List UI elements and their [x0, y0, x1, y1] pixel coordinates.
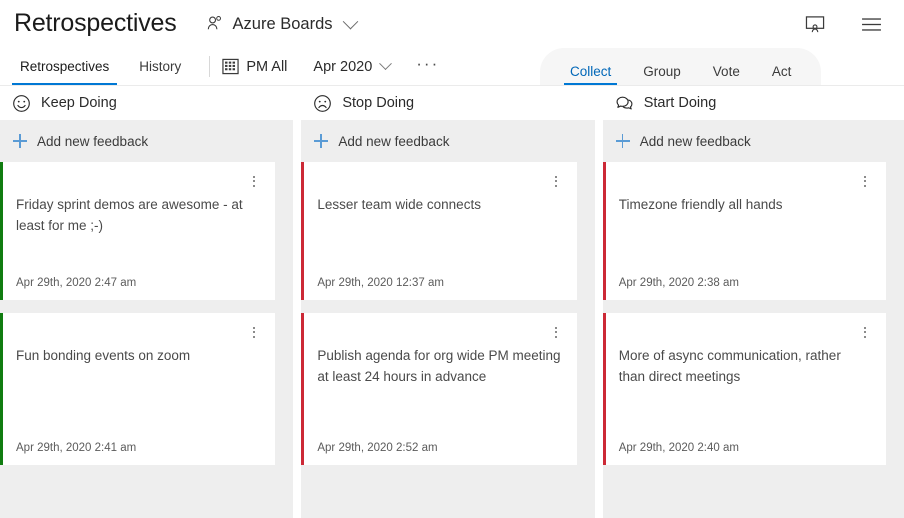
feedback-card-list: Lesser team wide connects Apr 29th, 2020…	[301, 162, 594, 465]
stage-tab-vote[interactable]: Vote	[697, 65, 756, 86]
card-accent-bar	[603, 162, 606, 300]
add-new-feedback-button[interactable]: Add new feedback	[301, 120, 594, 162]
hamburger-menu-icon[interactable]	[858, 11, 884, 37]
column-header: Stop Doing	[301, 86, 594, 120]
hub-name: Azure Boards	[233, 15, 333, 34]
column-stop-doing: Stop Doing Add new feedback Lesser team …	[301, 86, 594, 518]
add-new-feedback-button[interactable]: Add new feedback	[0, 120, 293, 162]
kebab-menu-icon[interactable]	[245, 172, 263, 190]
retrospective-board: Keep Doing Add new feedback Friday sprin…	[0, 86, 904, 518]
card-accent-bar	[603, 313, 606, 465]
kebab-menu-icon[interactable]	[547, 323, 565, 341]
plus-icon	[13, 134, 27, 148]
stage-tab-group-label: Group	[643, 64, 681, 79]
more-options-button[interactable]: ···	[410, 42, 445, 85]
column-header: Keep Doing	[0, 86, 293, 120]
board-grid-icon	[222, 58, 239, 75]
people-icon	[205, 14, 225, 34]
column-header: Start Doing	[603, 86, 904, 120]
iteration-selector[interactable]: Apr 2020	[313, 48, 402, 85]
team-selector[interactable]: PM All	[222, 48, 299, 85]
card-timestamp: Apr 29th, 2020 2:38 am	[619, 277, 870, 289]
column-body: Add new feedback Lesser team wide connec…	[301, 120, 594, 518]
header-actions	[802, 11, 892, 37]
feedback-card[interactable]: More of async communication, rather than…	[603, 313, 886, 465]
column-keep-doing: Keep Doing Add new feedback Friday sprin…	[0, 86, 293, 518]
card-accent-bar	[0, 162, 3, 300]
card-text: Timezone friendly all hands	[619, 195, 870, 269]
column-body: Add new feedback Timezone friendly all h…	[603, 120, 904, 518]
stage-tab-act[interactable]: Act	[756, 65, 808, 86]
card-timestamp: Apr 29th, 2020 2:52 am	[317, 442, 560, 454]
iteration-label: Apr 2020	[313, 59, 372, 75]
column-title: Start Doing	[644, 95, 717, 111]
card-accent-bar	[301, 313, 304, 465]
card-accent-bar	[301, 162, 304, 300]
card-timestamp: Apr 29th, 2020 2:41 am	[16, 442, 259, 454]
tab-history-label: History	[139, 59, 181, 74]
card-text: Publish agenda for org wide PM meeting a…	[317, 346, 560, 434]
feedback-card[interactable]: Fun bonding events on zoom Apr 29th, 202…	[0, 313, 275, 465]
card-text: Fun bonding events on zoom	[16, 346, 259, 434]
toolbar-divider	[209, 56, 210, 77]
navigation-bar: Retrospectives History PM All Apr 2020	[0, 48, 904, 86]
stage-tab-vote-label: Vote	[713, 64, 740, 79]
add-new-feedback-label: Add new feedback	[37, 134, 148, 149]
add-new-feedback-label: Add new feedback	[338, 134, 449, 149]
card-timestamp: Apr 29th, 2020 2:47 am	[16, 277, 259, 289]
app-header: Retrospectives Azure Boards	[0, 0, 904, 48]
kebab-menu-icon[interactable]	[856, 172, 874, 190]
page-title: Retrospectives	[14, 11, 177, 38]
feedback-card[interactable]: Publish agenda for org wide PM meeting a…	[301, 313, 576, 465]
plus-icon	[616, 134, 630, 148]
add-new-feedback-button[interactable]: Add new feedback	[603, 120, 904, 162]
column-title: Keep Doing	[41, 95, 117, 111]
feedback-card[interactable]: Timezone friendly all hands Apr 29th, 20…	[603, 162, 886, 300]
chevron-down-icon	[379, 57, 392, 70]
column-body: Add new feedback Friday sprint demos are…	[0, 120, 293, 518]
stage-tab-collect[interactable]: Collect	[554, 65, 627, 86]
column-start-doing: Start Doing Add new feedback Timezone fr…	[603, 86, 904, 518]
team-name-label: PM All	[246, 59, 287, 75]
feedback-card-list: Friday sprint demos are awesome - at lea…	[0, 162, 293, 465]
smiley-sad-icon	[313, 94, 332, 113]
hub-picker[interactable]: Azure Boards	[205, 14, 356, 34]
nav-tabs: Retrospectives History	[0, 48, 203, 85]
card-timestamp: Apr 29th, 2020 12:37 am	[317, 277, 560, 289]
column-title: Stop Doing	[342, 95, 414, 111]
card-accent-bar	[0, 313, 3, 465]
smiley-happy-icon	[12, 94, 31, 113]
card-text: Lesser team wide connects	[317, 195, 560, 269]
kebab-menu-icon[interactable]	[547, 172, 565, 190]
tab-retrospectives-label: Retrospectives	[20, 59, 109, 74]
card-timestamp: Apr 29th, 2020 2:40 am	[619, 442, 870, 454]
chevron-down-icon	[342, 13, 358, 29]
stage-tab-group[interactable]: Group	[627, 65, 697, 86]
stage-tab-collect-label: Collect	[570, 64, 611, 79]
stage-tab-act-label: Act	[772, 64, 792, 79]
tab-history[interactable]: History	[131, 48, 189, 85]
feedback-card[interactable]: Lesser team wide connects Apr 29th, 2020…	[301, 162, 576, 300]
plus-icon	[314, 134, 328, 148]
feedback-card[interactable]: Friday sprint demos are awesome - at lea…	[0, 162, 275, 300]
whiteboard-presentation-icon[interactable]	[802, 11, 828, 37]
kebab-menu-icon[interactable]	[245, 323, 263, 341]
tab-retrospectives[interactable]: Retrospectives	[12, 48, 117, 85]
card-text: Friday sprint demos are awesome - at lea…	[16, 195, 259, 269]
add-new-feedback-label: Add new feedback	[640, 134, 751, 149]
kebab-menu-icon[interactable]	[856, 323, 874, 341]
stage-tabs: Collect Group Vote Act	[540, 48, 821, 85]
speech-bubbles-icon	[615, 94, 634, 113]
card-text: More of async communication, rather than…	[619, 346, 870, 434]
feedback-card-list: Timezone friendly all hands Apr 29th, 20…	[603, 162, 904, 465]
